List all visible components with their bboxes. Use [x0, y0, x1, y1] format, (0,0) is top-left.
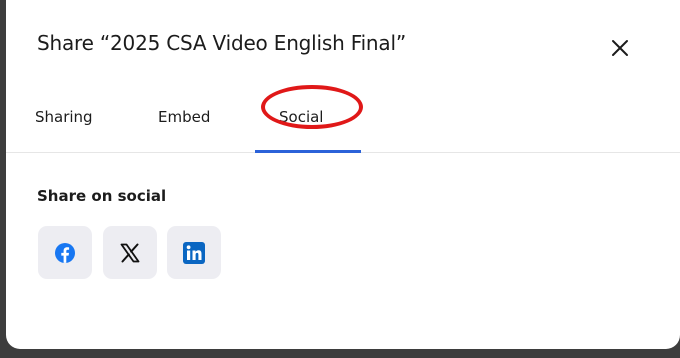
dialog-title: Share “2025 CSA Video English Final” [37, 31, 406, 55]
tab-social[interactable]: Social [279, 108, 323, 126]
x-share-button[interactable] [103, 226, 157, 279]
linkedin-icon [183, 241, 205, 264]
linkedin-share-button[interactable] [167, 226, 221, 279]
tab-sharing[interactable]: Sharing [35, 108, 93, 126]
close-icon [611, 39, 629, 57]
close-button[interactable] [606, 34, 634, 62]
x-icon [120, 243, 140, 263]
tab-embed[interactable]: Embed [158, 108, 210, 126]
tab-bar: Sharing Embed Social [6, 94, 680, 153]
facebook-share-button[interactable] [38, 226, 92, 279]
share-dialog: Share “2025 CSA Video English Final” Sha… [6, 0, 680, 349]
share-on-social-heading: Share on social [37, 187, 167, 205]
facebook-icon [54, 242, 76, 264]
active-tab-indicator [255, 150, 361, 153]
